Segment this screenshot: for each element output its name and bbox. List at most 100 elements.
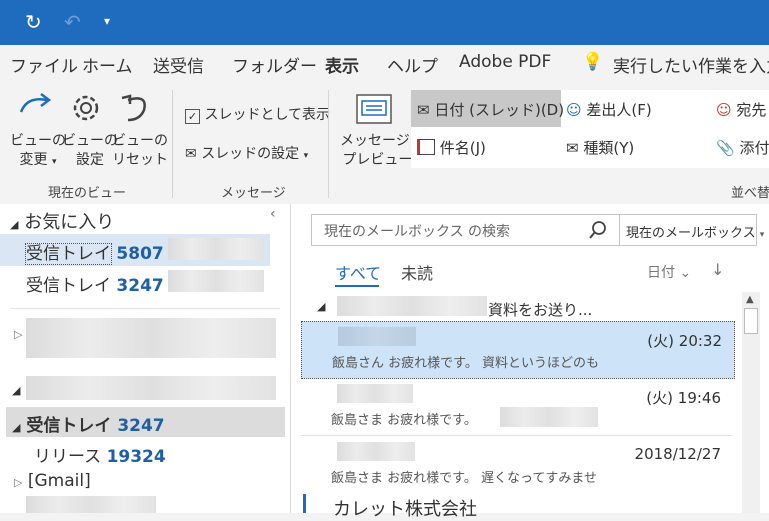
- tab-home[interactable]: ホーム: [82, 52, 133, 77]
- sort-date-button[interactable]: ✉ 日付 (スレッド)(D): [417, 99, 564, 120]
- view-settings-button[interactable]: ビューの 設定: [62, 132, 118, 170]
- undo-icon[interactable]: ↶: [64, 10, 81, 34]
- unread-count: 5807: [116, 244, 164, 264]
- search-icon[interactable]: [588, 220, 608, 240]
- search-scope-dropdown[interactable]: 現在のメールボックス ▾: [626, 222, 764, 241]
- message-preview: 飯島さま お疲れ様です。: [331, 413, 477, 428]
- scrollbar[interactable]: ▲: [742, 292, 760, 513]
- sort-by-dropdown[interactable]: 日付 ⌄: [647, 262, 691, 282]
- next-sender: カレット株式会社: [333, 499, 477, 520]
- redacted-account: [168, 238, 264, 260]
- sort-by-label: 日付: [647, 265, 675, 281]
- search-scope-label: 現在のメールボックス: [626, 226, 756, 241]
- type-icon: ✉: [566, 139, 579, 157]
- inbox-label: 受信トレイ: [26, 416, 112, 436]
- message-date: (火) 19:46: [646, 389, 721, 407]
- search-input[interactable]: 現在のメールボックス の検索: [324, 221, 510, 241]
- sort-type-label: 種類(Y): [583, 139, 635, 157]
- release-folder[interactable]: リリース 19324: [6, 438, 285, 468]
- arrange-group-label: 並べ替: [731, 186, 769, 201]
- favorites-label: お気に入り: [24, 212, 115, 233]
- sort-attachment-label: 添付: [739, 139, 769, 157]
- sort-subject-label: 件名(J): [439, 139, 486, 157]
- inbox-folder[interactable]: ◢ 受信トレイ 3247: [6, 407, 285, 437]
- reset-view-label-1: ビューの: [112, 133, 168, 149]
- ribbon: ビューの 変更 ▾ ビューの 設定 ビューの リセット 現在のビュー ✓ スレッ…: [0, 82, 769, 205]
- current-view-group-label: 現在のビュー: [48, 186, 127, 201]
- change-view-button[interactable]: ビューの 変更 ▾: [10, 132, 66, 172]
- sort-subject-button[interactable]: 件名(J): [417, 137, 486, 158]
- group-divider: [328, 90, 329, 198]
- filter-unread-tab[interactable]: 未読: [401, 260, 433, 284]
- list-item[interactable]: 2018/12/27 飯島さま お疲れ様です。 遅くなってすみませ: [301, 437, 733, 493]
- sort-from-button[interactable]: ☺ 差出人(F): [566, 99, 652, 120]
- release-label: リリース: [34, 447, 102, 467]
- filter-all-tab[interactable]: すべて: [335, 260, 381, 284]
- tell-me-box[interactable]: 実行したい作業を入力: [613, 52, 769, 77]
- scrollbar-thumb[interactable]: [744, 308, 758, 334]
- tab-file[interactable]: ファイル: [10, 52, 78, 77]
- collapse-arrow-icon[interactable]: ◢: [12, 384, 20, 397]
- view-settings-label-2: 設定: [76, 152, 104, 168]
- tab-view[interactable]: 表示: [325, 52, 359, 85]
- message-preview-label-2: プレビュー: [342, 152, 413, 168]
- gear-icon[interactable]: [68, 90, 104, 126]
- tab-adobe-pdf[interactable]: Adobe PDF: [459, 52, 551, 72]
- collapse-pane-icon[interactable]: ‹: [270, 206, 276, 222]
- list-item[interactable]: (火) 19:46 飯島さま お疲れ様です。: [301, 379, 733, 435]
- change-view-icon[interactable]: [17, 90, 55, 126]
- favorite-inbox-label: 受信トレイ: [25, 243, 112, 265]
- customize-icon[interactable]: ▾: [104, 14, 110, 28]
- collapse-arrow-icon: ◢: [10, 218, 19, 231]
- unread-count: 19324: [106, 447, 166, 467]
- sort-date-label: 日付 (スレッド)(D): [434, 101, 565, 119]
- divider: [10, 308, 280, 309]
- folder-pane: ◢ お気に入り ‹ 受信トレイ 5807 - 受信トレイ 3247 - ▷ ◢ …: [0, 204, 291, 513]
- thread-settings-button[interactable]: ✉ スレッドの設定 ▾: [185, 143, 308, 163]
- favorites-header[interactable]: ◢ お気に入り: [10, 208, 114, 234]
- subject-icon: [417, 139, 435, 155]
- gmail-folder[interactable]: ▷ [Gmail]: [14, 471, 91, 491]
- sort-to-label: 宛先: [736, 101, 767, 119]
- conversation-marker: [303, 494, 306, 513]
- expand-arrow-icon[interactable]: ▷: [14, 328, 22, 341]
- title-bar: ↻ ↶ ▾: [0, 0, 769, 45]
- sort-direction-icon[interactable]: ↓: [711, 260, 724, 279]
- sort-to-button[interactable]: ☺ 宛先: [716, 99, 766, 120]
- redacted-sender: [337, 442, 415, 461]
- active-tab-indicator: [335, 285, 379, 287]
- thread-view-checkbox[interactable]: ✓ スレッドとして表示: [185, 104, 330, 124]
- gmail-label: [Gmail]: [27, 471, 91, 491]
- collapse-arrow-icon: ◢: [12, 421, 21, 434]
- change-view-label-1: ビューの: [10, 133, 66, 149]
- favorite-inbox-selected[interactable]: 受信トレイ 5807 -: [0, 234, 270, 266]
- reset-view-label-2: リセット: [112, 152, 168, 168]
- unread-count: 3247: [117, 416, 165, 436]
- message-preview: 飯島さん お疲れ様です。 資料というほどのも: [332, 356, 599, 371]
- lightbulb-icon: 💡: [582, 52, 604, 72]
- reset-view-icon[interactable]: [118, 90, 154, 126]
- tab-help[interactable]: ヘルプ: [387, 52, 438, 77]
- search-bar: 現在のメールボックス の検索 現在のメールボックス ▾: [311, 214, 764, 246]
- messages-group-label: メッセージ: [221, 186, 286, 201]
- person-icon: ☺: [566, 101, 582, 119]
- sort-from-label: 差出人(F): [586, 101, 652, 119]
- tab-send-receive[interactable]: 送受信: [153, 52, 204, 77]
- group-divider: [172, 90, 173, 198]
- thread-settings-icon: ✉: [185, 146, 197, 162]
- list-item[interactable]: (火) 20:32 飯島さん お疲れ様です。 資料というほどのも: [301, 321, 735, 379]
- reset-view-button[interactable]: ビューの リセット: [112, 132, 168, 170]
- redacted-sender: [337, 384, 413, 403]
- checkbox-check-icon: ✓: [185, 109, 200, 124]
- sort-attachment-button[interactable]: 📎 添付: [716, 137, 769, 158]
- sync-icon[interactable]: ↻: [25, 10, 42, 34]
- view-settings-label-1: ビューの: [62, 133, 118, 149]
- scroll-up-icon[interactable]: ▲: [746, 294, 754, 305]
- message-preview-icon[interactable]: [356, 94, 392, 124]
- message-preview: 飯島さま お疲れ様です。 遅くなってすみませ: [331, 471, 597, 486]
- collapse-arrow-icon[interactable]: ◢: [317, 300, 325, 313]
- favorite-inbox-2[interactable]: 受信トレイ 3247 -: [0, 266, 270, 298]
- envelope-icon: ✉: [417, 101, 430, 119]
- sort-type-button[interactable]: ✉ 種類(Y): [566, 137, 634, 158]
- tab-folder[interactable]: フォルダー: [232, 52, 317, 77]
